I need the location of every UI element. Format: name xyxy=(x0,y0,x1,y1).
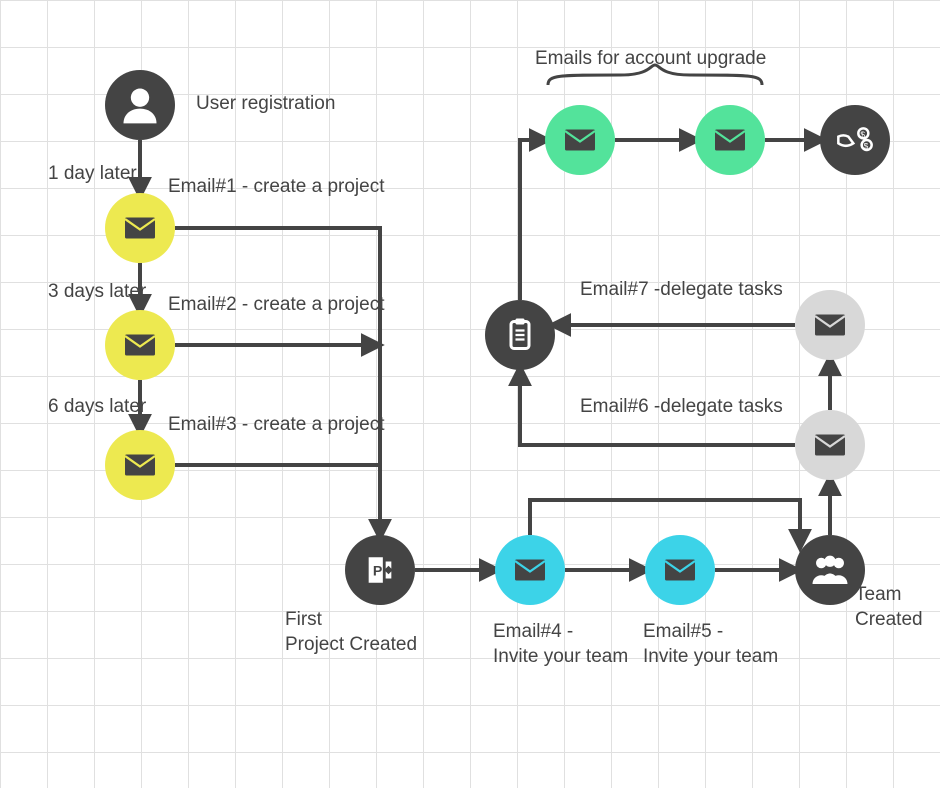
first-project-label: First Project Created xyxy=(285,608,417,657)
clipboard-node xyxy=(485,300,555,370)
email5-node xyxy=(645,535,715,605)
money-node: $ $ xyxy=(820,105,890,175)
envelope-icon xyxy=(122,447,158,483)
email7-node xyxy=(795,290,865,360)
delay1-label: 1 day later xyxy=(48,162,137,187)
svg-text:P: P xyxy=(373,564,382,580)
upgrade-email1-node xyxy=(545,105,615,175)
envelope-icon xyxy=(712,122,748,158)
svg-text:$: $ xyxy=(860,130,865,140)
team-created-label: Team Created xyxy=(855,583,923,632)
envelope-icon xyxy=(662,552,698,588)
email4-title-label: Email#4 - xyxy=(493,620,573,645)
money-icon: $ $ xyxy=(835,120,875,160)
team-icon xyxy=(809,549,851,591)
envelope-icon xyxy=(512,552,548,588)
email1-label: Email#1 - create a project xyxy=(168,175,385,200)
clipboard-icon xyxy=(502,317,538,353)
email6-node xyxy=(795,410,865,480)
project-icon: P xyxy=(363,553,397,587)
envelope-icon xyxy=(812,307,848,343)
envelope-icon xyxy=(562,122,598,158)
delay2-label: 3 days later xyxy=(48,280,146,305)
email3-node xyxy=(105,430,175,500)
diagram-canvas: P xyxy=(0,0,940,788)
user-icon xyxy=(118,83,162,127)
email3-label: Email#3 - create a project xyxy=(168,413,385,438)
user-registration-label: User registration xyxy=(196,92,335,117)
envelope-icon xyxy=(812,427,848,463)
project-node: P xyxy=(345,535,415,605)
brace-label: Emails for account upgrade xyxy=(535,47,766,72)
email4-sub-label: Invite your team xyxy=(493,645,628,670)
email2-node xyxy=(105,310,175,380)
email6-label: Email#6 -delegate tasks xyxy=(580,395,783,420)
email1-node xyxy=(105,193,175,263)
email5-title-label: Email#5 - xyxy=(643,620,723,645)
user-node xyxy=(105,70,175,140)
upgrade-email2-node xyxy=(695,105,765,175)
delay3-label: 6 days later xyxy=(48,395,146,420)
email2-label: Email#2 - create a project xyxy=(168,293,385,318)
svg-text:$: $ xyxy=(864,141,869,151)
email7-label: Email#7 -delegate tasks xyxy=(580,278,783,303)
envelope-icon xyxy=(122,327,158,363)
email4-node xyxy=(495,535,565,605)
email5-sub-label: Invite your team xyxy=(643,645,778,670)
envelope-icon xyxy=(122,210,158,246)
